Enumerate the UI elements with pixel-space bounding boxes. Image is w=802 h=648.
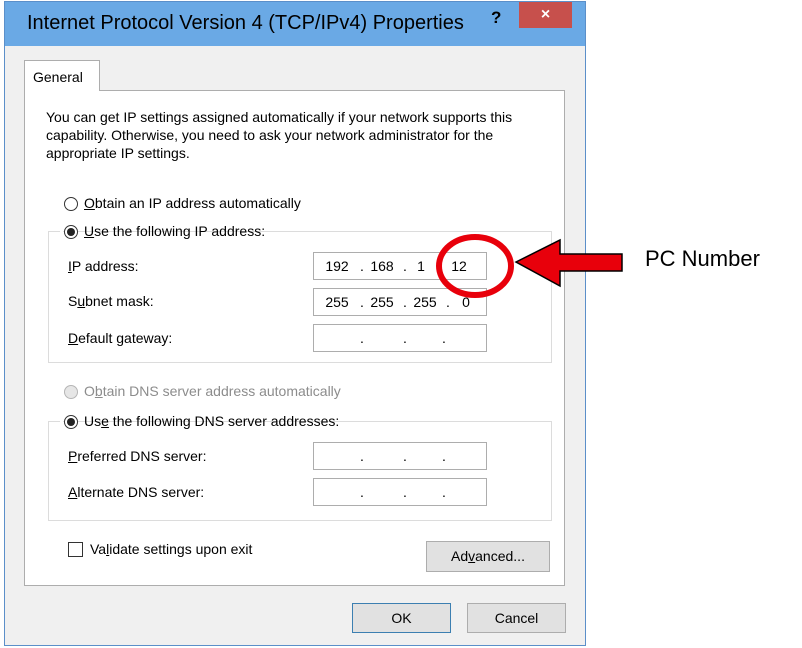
annotation-overlay — [436, 234, 623, 298]
pc-number-annotation: PC Number — [645, 246, 760, 271]
tab-general[interactable]: General — [24, 60, 100, 91]
arrow-icon — [514, 238, 623, 288]
highlight-circle — [436, 234, 514, 298]
